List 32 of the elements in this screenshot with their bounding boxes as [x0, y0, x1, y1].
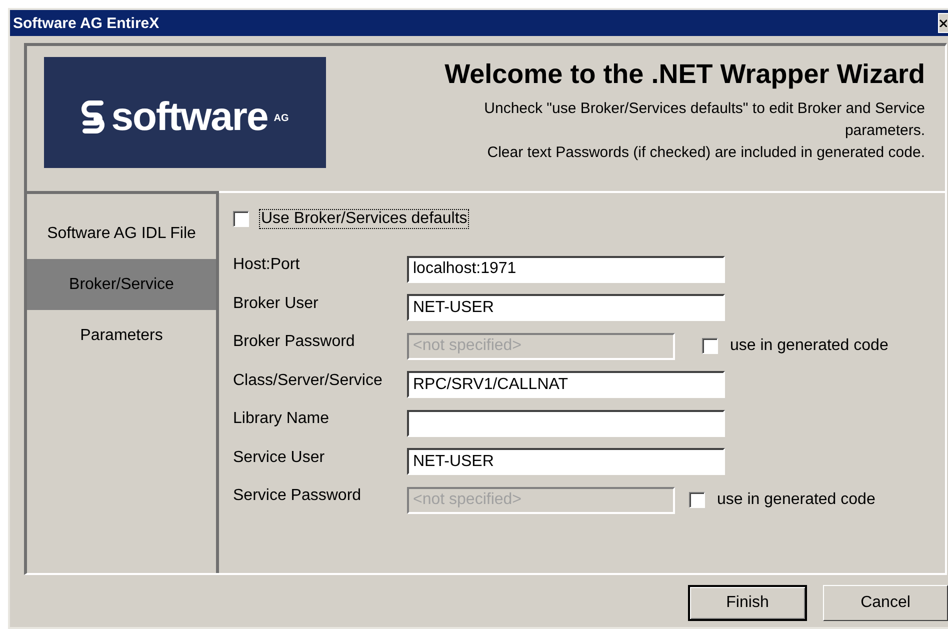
checkbox[interactable] [702, 338, 718, 354]
close-button[interactable] [938, 13, 948, 33]
step-item[interactable]: Software AG IDL File [27, 208, 216, 259]
field-label: Host:Port [233, 256, 301, 274]
step-item[interactable]: Broker/Service [27, 259, 216, 310]
checkbox-label: Use Broker/Services defaults [259, 209, 470, 229]
input-field[interactable]: localhost:1971 [407, 256, 725, 283]
dialog-button[interactable]: Cancel [823, 585, 948, 621]
step-item[interactable]: Parameters [27, 310, 216, 361]
field-label: Class/Server/Service [233, 372, 384, 390]
input-field[interactable] [407, 410, 725, 437]
logo-suffix: AG [274, 113, 289, 124]
close-icon [939, 19, 947, 27]
input-field[interactable]: RPC/SRV1/CALLNAT [407, 371, 725, 398]
input-field[interactable]: NET-USER [407, 448, 725, 476]
input-field[interactable]: NET-USER [407, 294, 725, 322]
field-label: Library Name [233, 410, 330, 428]
instruction-text: Uncheck "use Broker/Services defaults" to edit Broker and Service parameters. [483, 99, 925, 141]
logo-text: software [111, 96, 268, 136]
wizard-title: Welcome to the .NET Wrapper Wizard [444, 59, 925, 90]
checkbox[interactable] [689, 492, 705, 508]
checkbox-label: use in generated code [730, 337, 888, 356]
checkbox-label: use in generated code [717, 491, 876, 510]
field-label: Broker Password [233, 333, 356, 352]
field-label: Broker User [233, 294, 320, 313]
field-label: Service User [233, 448, 326, 467]
logo-mark-icon [81, 100, 106, 134]
checkbox[interactable] [233, 211, 249, 227]
instruction-text: Clear text Passwords (if checked) are included in generated code. [487, 143, 925, 163]
field-label: Service Password [233, 487, 362, 506]
window-title: Software AG EntireX [13, 14, 160, 32]
dialog-button[interactable]: Finish [688, 585, 807, 621]
